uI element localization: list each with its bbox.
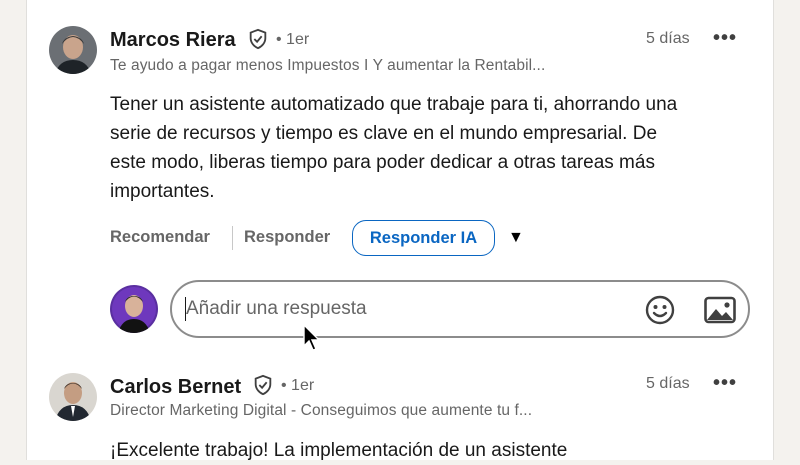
more-options-icon[interactable]: ••• (713, 27, 737, 50)
recommend-button[interactable]: Recomendar (110, 228, 210, 247)
current-user-avatar[interactable] (110, 285, 158, 333)
mouse-pointer-icon (303, 323, 321, 357)
author-headline: Te ayudo a pagar menos Impuestos I Y aum… (110, 57, 546, 74)
reply-ai-button[interactable]: Responder IA (352, 220, 495, 256)
avatar-carlos-bernet[interactable] (49, 373, 97, 421)
action-divider (232, 226, 233, 250)
comment-time: 5 días (646, 375, 690, 392)
verified-icon (247, 28, 269, 55)
verified-icon (252, 374, 274, 401)
comment-text: ¡Excelente trabajo! La implementación de… (110, 436, 760, 465)
reply-button[interactable]: Responder (244, 228, 330, 247)
comment-text-line: importantes. (110, 181, 215, 202)
emoji-icon[interactable] (645, 295, 675, 330)
author-name[interactable]: Carlos Bernet (110, 376, 241, 399)
comment-time: 5 días (646, 30, 690, 47)
comments-panel: Marcos Riera • 1er Te ayudo a pagar meno… (26, 0, 774, 461)
author-name[interactable]: Marcos Riera (110, 29, 236, 52)
more-options-icon[interactable]: ••• (713, 372, 737, 395)
comment-text-line: serie de recursos y tiempo es clave en e… (110, 123, 658, 144)
comment-text-line: este modo, liberas tiempo para poder ded… (110, 152, 655, 173)
image-icon[interactable] (704, 296, 736, 329)
comment-text: Tener un asistente automatizado que trab… (110, 90, 760, 206)
connection-degree: • 1er (276, 31, 310, 48)
reply-box[interactable] (170, 280, 750, 338)
avatar-marcos-riera[interactable] (49, 26, 97, 74)
author-headline: Director Marketing Digital - Conseguimos… (110, 402, 533, 419)
connection-degree: • 1er (281, 377, 315, 394)
comment-text-line: Tener un asistente automatizado que trab… (110, 94, 678, 115)
dropdown-caret-icon[interactable]: ▼ (508, 229, 524, 247)
comment-text-line: ¡Excelente trabajo! La implementación de… (110, 440, 568, 461)
reply-input[interactable] (186, 294, 626, 324)
